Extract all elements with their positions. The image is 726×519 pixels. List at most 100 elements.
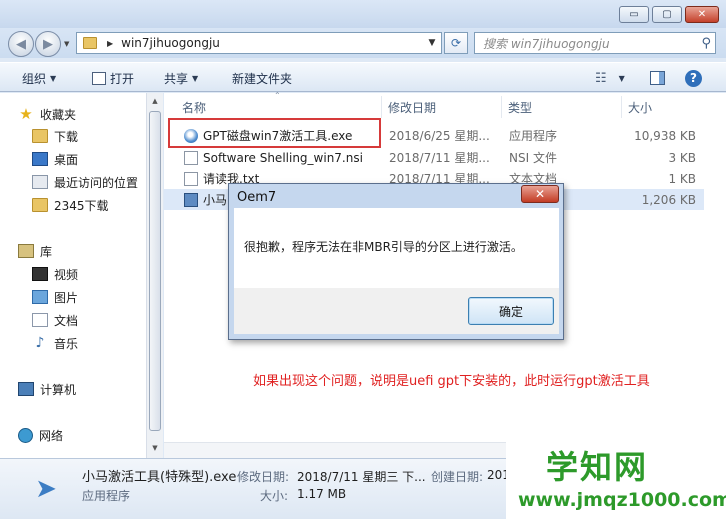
file-name: Software Shelling_win7.nsi (203, 150, 363, 165)
maximize-button[interactable]: ▢ (652, 6, 682, 23)
file-date: 2018/6/25 星期... (389, 129, 490, 143)
sidebar-item-network[interactable]: 网络 (18, 425, 63, 445)
dialog-message: 很抱歉，程序无法在非MBR引导的分区上进行激活。 (244, 240, 523, 254)
details-type: 应用程序 (82, 489, 131, 503)
share-button[interactable]: 共享 ▼ (164, 69, 198, 87)
file-row[interactable]: Software Shelling_win7.nsi 2018/7/11 星期.… (164, 147, 704, 168)
sidebar-item-downloads[interactable]: 下载 (32, 126, 78, 146)
error-dialog: Oem7 ✕ 很抱歉，程序无法在非MBR引导的分区上进行激活。 确定 (228, 183, 564, 340)
navigation-pane: ★ 收藏夹 下载 桌面 最近访问的位置 2345下载 库 视频 图片 文档 ♪ 音乐… (0, 93, 163, 458)
preview-pane-button[interactable] (650, 69, 665, 87)
details-size-label: 大小: (260, 489, 289, 503)
text-file-icon (184, 171, 198, 186)
view-options-button[interactable]: ☷ ▼ (595, 69, 625, 87)
address-bar[interactable]: ▶ win7jihuogongju (76, 32, 442, 54)
sidebar-item-label: 2345下载 (54, 198, 109, 213)
details-size-value: 1.17 MB (297, 487, 347, 501)
watermark: 学知网 www.jmqz1000.com (506, 440, 726, 519)
organize-button[interactable]: 组织 ▼ (22, 69, 56, 87)
column-header-label: 类型 (508, 100, 533, 115)
column-header-date[interactable]: 修改日期 (382, 96, 502, 118)
back-arrow-icon: ◀ (16, 36, 26, 52)
sidebar-item-music[interactable]: ♪ 音乐 (32, 333, 78, 353)
open-button[interactable]: 打开 (92, 69, 134, 87)
library-icon (18, 244, 34, 258)
file-date: 2018/7/11 星期... (389, 151, 490, 165)
sidebar-item-label: 库 (40, 244, 53, 259)
title-bar: ▭ ▢ ✕ (0, 0, 726, 28)
address-path[interactable]: win7jihuogongju (121, 36, 220, 50)
help-icon: ? (685, 69, 702, 87)
nsi-file-icon (184, 150, 198, 165)
search-input[interactable]: 搜索 win7jihuogongju ⚲ (474, 32, 716, 54)
column-header-size[interactable]: 大小 (622, 96, 702, 118)
forward-arrow-icon: ▶ (43, 36, 53, 52)
sidebar-item-2345-downloads[interactable]: 2345下载 (32, 195, 109, 215)
minimize-button[interactable]: ▭ (619, 6, 649, 23)
file-name: 小马 (203, 193, 228, 207)
folder-icon (83, 37, 97, 49)
sidebar-item-label: 网络 (39, 428, 64, 443)
navigation-bar: ◀ ▶ ▼ ▶ win7jihuogongju ▼ ⟳ 搜索 win7jihuo… (0, 28, 726, 58)
column-header-name[interactable]: 名称 (176, 96, 382, 118)
file-size: 10,938 KB (634, 128, 696, 143)
recent-pages-dropdown[interactable]: ▼ (64, 40, 69, 48)
computer-icon (18, 382, 34, 396)
sidebar-item-pictures[interactable]: 图片 (32, 287, 78, 307)
search-placeholder: 搜索 win7jihuogongju (483, 36, 610, 51)
chevron-down-icon: ▼ (192, 73, 199, 83)
scrollbar-thumb[interactable] (149, 111, 161, 431)
maximize-icon: ▢ (662, 9, 672, 20)
scroll-down-icon[interactable]: ▼ (147, 440, 163, 456)
column-header-label: 名称 (182, 100, 207, 115)
navigation-scrollbar[interactable]: ▲ ▼ (146, 93, 163, 458)
breadcrumb-arrow-icon[interactable]: ▶ (107, 39, 113, 48)
sidebar-item-desktop[interactable]: 桌面 (32, 149, 78, 169)
downloads-folder-icon (32, 129, 48, 143)
sidebar-item-label: 收藏夹 (40, 107, 77, 122)
column-header-type[interactable]: 类型 (502, 96, 622, 118)
open-icon (92, 71, 106, 85)
search-icon[interactable]: ⚲ (701, 36, 711, 51)
close-button[interactable]: ✕ (685, 6, 719, 23)
refresh-icon: ⟳ (450, 36, 462, 50)
sidebar-item-libraries[interactable]: 库 (18, 241, 52, 261)
scroll-up-icon[interactable]: ▲ (147, 93, 163, 109)
sidebar-item-favorites[interactable]: ★ 收藏夹 (18, 104, 76, 124)
dialog-footer: 确定 (234, 288, 559, 334)
close-icon: ✕ (534, 187, 546, 201)
help-button[interactable]: ? (685, 69, 702, 87)
refresh-button[interactable]: ⟳ (444, 32, 468, 54)
network-icon (18, 427, 33, 443)
sidebar-item-videos[interactable]: 视频 (32, 264, 78, 284)
sidebar-item-computer[interactable]: 计算机 (18, 379, 76, 399)
ok-button[interactable]: 确定 (468, 297, 554, 325)
forward-button[interactable]: ▶ (35, 31, 61, 57)
sidebar-item-label: 图片 (54, 290, 79, 305)
star-icon: ★ (19, 105, 33, 123)
dialog-title: Oem7 (237, 189, 277, 205)
dialog-close-button[interactable]: ✕ (521, 185, 559, 203)
sidebar-item-label: 最近访问的位置 (54, 175, 139, 190)
column-header-label: 大小 (628, 100, 653, 115)
annotation-text: 如果出现这个问题，说明是uefi gpt下安装的，此时运行gpt激活工具 (253, 374, 650, 389)
share-label: 共享 (164, 71, 189, 86)
details-filename: 小马激活工具(特殊型).exe (82, 470, 237, 485)
watermark-title: 学知网 (546, 448, 649, 486)
view-icon: ☷ (595, 70, 607, 86)
file-size: 3 KB (668, 150, 696, 165)
new-folder-button[interactable]: 新建文件夹 (232, 69, 292, 87)
address-dropdown[interactable]: ▼ (424, 33, 440, 53)
sidebar-item-label: 音乐 (54, 336, 79, 351)
back-button[interactable]: ◀ (8, 31, 34, 57)
dialog-body: 很抱歉，程序无法在非MBR引导的分区上进行激活。 (234, 208, 559, 288)
chevron-down-icon: ▼ (618, 73, 625, 83)
chevron-down-icon: ▼ (50, 73, 57, 83)
file-type: 应用程序 (509, 129, 558, 143)
sidebar-item-documents[interactable]: 文档 (32, 310, 78, 330)
sidebar-item-recent[interactable]: 最近访问的位置 (32, 172, 138, 192)
folder-icon (32, 198, 48, 212)
file-size: 1 KB (668, 171, 696, 186)
video-icon (32, 267, 48, 281)
recent-places-icon (32, 175, 48, 189)
